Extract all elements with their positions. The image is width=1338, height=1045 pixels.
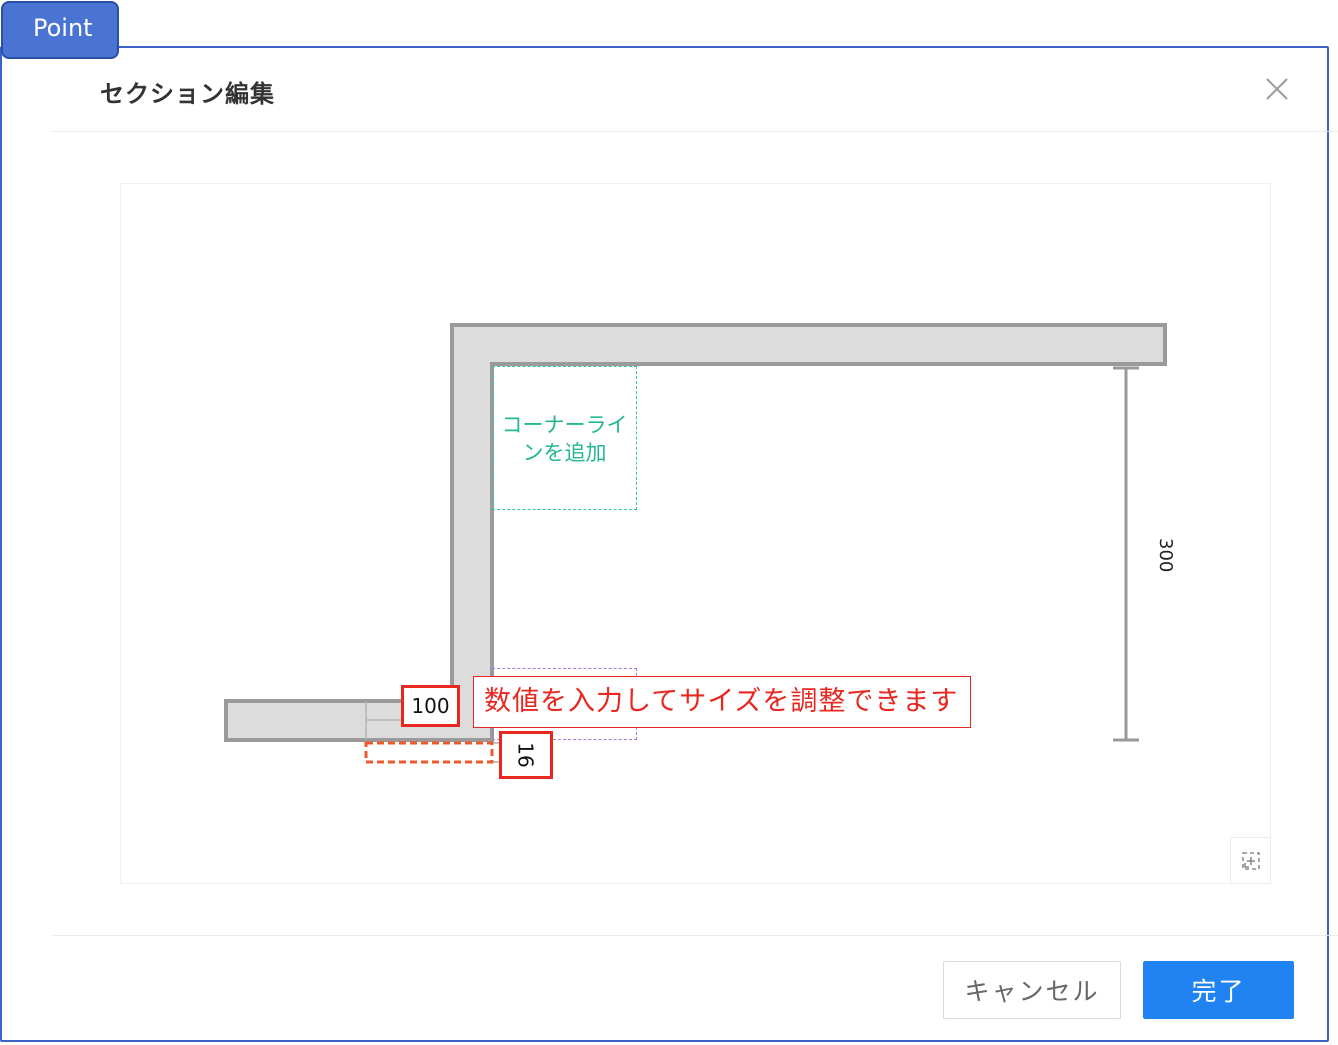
footer-divider [52, 935, 1338, 936]
depth-dimension-input[interactable]: 16 [499, 731, 553, 779]
depth-dimension-value: 16 [513, 742, 538, 768]
add-corner-line-label: コーナーライ ンを追加 [501, 413, 628, 465]
close-icon [1266, 78, 1288, 100]
fit-view-icon [1241, 851, 1260, 870]
point-badge: Point [1, 1, 119, 59]
fit-view-button[interactable] [1230, 837, 1271, 884]
header-divider [52, 131, 1338, 132]
dialog-title: セクション編集 [100, 80, 275, 108]
cancel-button[interactable]: キャンセル [943, 961, 1121, 1019]
width-dimension-value: 100 [411, 694, 450, 718]
width-dimension-input[interactable]: 100 [401, 685, 460, 727]
height-dimension-value[interactable]: 300 [1155, 538, 1176, 572]
add-corner-line-button[interactable]: コーナーライ ンを追加 [492, 366, 637, 510]
size-hint-callout: 数値を入力してサイズを調整できます [473, 676, 971, 728]
done-button[interactable]: 完了 [1143, 961, 1294, 1019]
layout-canvas[interactable] [120, 183, 1271, 884]
close-button[interactable] [1262, 74, 1292, 104]
